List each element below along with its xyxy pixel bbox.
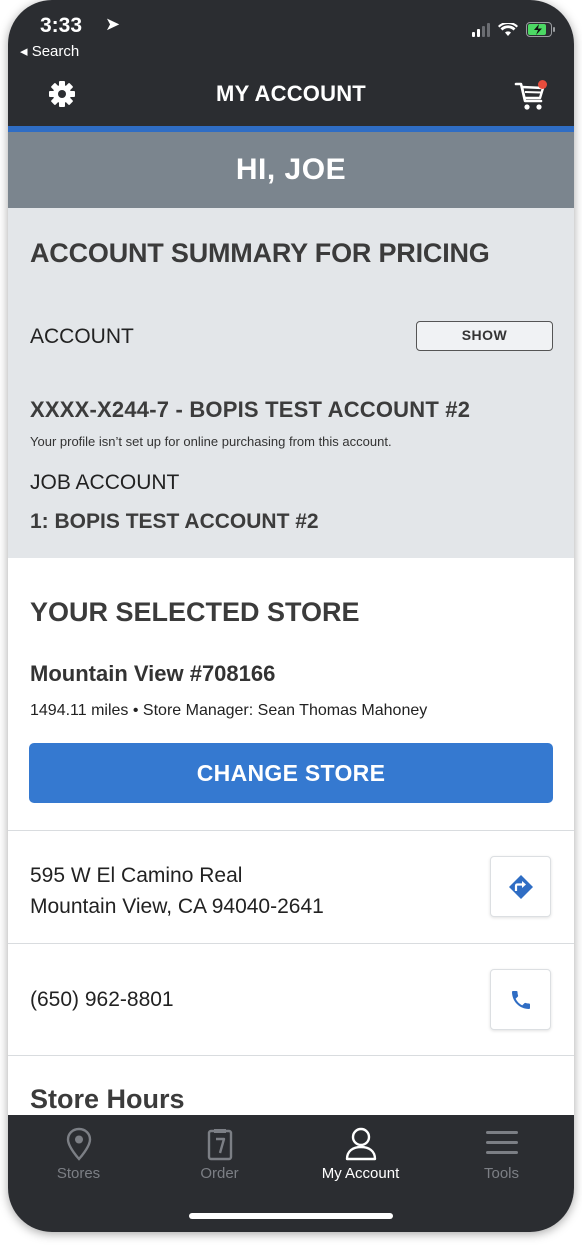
account-note: Your profile isn’t set up for online pur…: [30, 434, 392, 449]
divider: [8, 830, 574, 831]
page-title: MY ACCOUNT: [216, 81, 366, 106]
status-time: 3:33: [40, 14, 83, 37]
status-icons: [472, 22, 556, 37]
tab-label: Tools: [483, 1165, 520, 1182]
cart-icon[interactable]: [514, 80, 548, 112]
call-store-button[interactable]: [490, 969, 551, 1030]
tab-my-account[interactable]: My Account: [290, 1115, 431, 1195]
home-indicator[interactable]: [189, 1213, 393, 1219]
store-address: 595 W El Camino Real Mountain View, CA 9…: [30, 860, 324, 922]
account-summary-panel: ACCOUNT SUMMARY FOR PRICING ACCOUNT SHOW…: [8, 208, 574, 558]
tab-label: Order: [200, 1165, 239, 1182]
back-to-search-link[interactable]: ◂ Search: [20, 42, 79, 60]
signal-icon: [472, 22, 490, 37]
tab-stores[interactable]: Stores: [8, 1115, 149, 1195]
top-bar: 3:33 ➤ ◂ Search MY ACCOUNT: [8, 0, 574, 126]
greeting-banner: HI, JOE: [8, 132, 574, 208]
directions-button[interactable]: [490, 856, 551, 917]
battery-charging-icon: [526, 22, 555, 37]
tab-bar: Stores Order My Account Tools: [8, 1115, 574, 1232]
store-hours-title: Store Hours: [30, 1084, 185, 1114]
location-pin-icon: [66, 1127, 91, 1161]
clipboard-icon: [207, 1129, 232, 1161]
location-arrow-icon: ➤: [105, 14, 121, 34]
account-summary-title: ACCOUNT SUMMARY FOR PRICING: [30, 238, 490, 268]
address-line-1: 595 W El Camino Real: [30, 864, 243, 887]
user-icon: [345, 1127, 376, 1161]
menu-icon: [485, 1131, 518, 1154]
wifi-icon: [498, 22, 518, 36]
store-meta: 1494.11 miles • Store Manager: Sean Thom…: [30, 702, 428, 719]
show-account-button[interactable]: SHOW: [416, 321, 553, 351]
tab-tools[interactable]: Tools: [431, 1115, 572, 1195]
selected-store-title: YOUR SELECTED STORE: [30, 597, 360, 627]
phone-screen: 3:33 ➤ ◂ Search MY ACCOUNT HI, JOE ACCOU…: [8, 0, 574, 1232]
tab-label: Stores: [56, 1165, 101, 1182]
job-account-label: JOB ACCOUNT: [30, 471, 180, 494]
divider: [8, 943, 574, 944]
divider: [8, 1055, 574, 1056]
account-label: ACCOUNT: [30, 325, 134, 348]
tab-order[interactable]: Order: [149, 1115, 290, 1195]
directions-icon: [508, 874, 533, 899]
store-phone: (650) 962-8801: [30, 988, 174, 1011]
account-number: XXXX-X244-7 - BOPIS TEST ACCOUNT #2: [30, 397, 471, 422]
job-account-value: 1: BOPIS TEST ACCOUNT #2: [30, 510, 319, 533]
store-name: Mountain View #708166: [30, 661, 276, 686]
tab-label: My Account: [321, 1165, 400, 1182]
phone-icon: [511, 990, 530, 1009]
address-line-2: Mountain View, CA 94040-2641: [30, 895, 324, 918]
change-store-button[interactable]: CHANGE STORE: [29, 743, 553, 803]
